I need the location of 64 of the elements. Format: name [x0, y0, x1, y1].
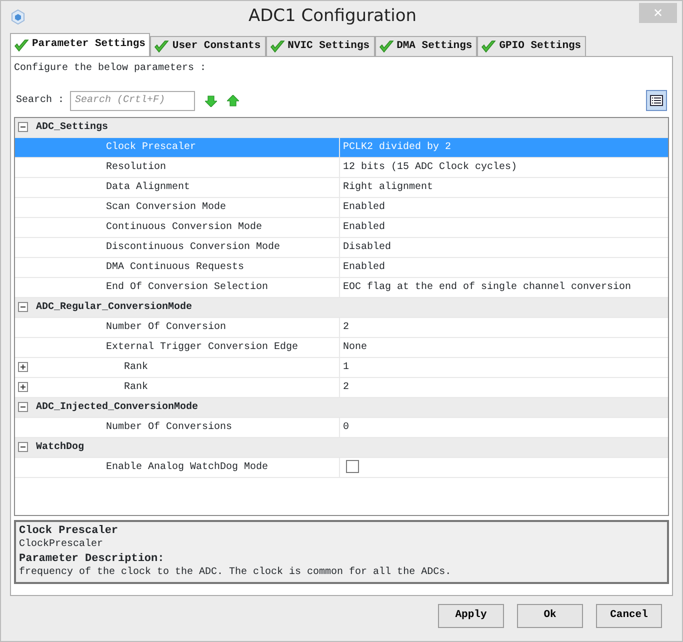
property-value: PCLK2 divided by 2 [343, 142, 452, 153]
expand-icon[interactable] [18, 382, 29, 393]
property-name: Number Of Conversion [106, 320, 226, 335]
property-value: 1 [343, 362, 350, 373]
property-name: Rank [124, 360, 148, 375]
up-arrow-icon[interactable] [227, 94, 240, 106]
description-heading: Parameter Description: [19, 552, 166, 566]
app-icon [10, 9, 26, 25]
group-label: WatchDog [36, 440, 84, 455]
group-label: ADC_Settings [36, 120, 108, 135]
collapse-icon[interactable] [18, 402, 29, 413]
property-name: External Trigger Conversion Edge [106, 340, 298, 355]
search-field[interactable]: Search (Crtl+F) [70, 90, 196, 110]
check-icon [154, 39, 170, 54]
property-value: Enabled [343, 202, 386, 213]
property-value: None [343, 342, 368, 353]
group-label: ADC_Regular_ConversionMode [36, 300, 192, 315]
check-icon [378, 39, 394, 54]
down-arrow-icon[interactable] [205, 94, 218, 106]
property-name: Number Of Conversions [106, 420, 232, 435]
property-name: Continuous Conversion Mode [106, 220, 262, 235]
property-value: Disabled [343, 242, 392, 253]
check-icon [270, 39, 285, 54]
property-value: EOC flag at the end of single channel conversion [343, 282, 632, 293]
property-value: 2 [343, 382, 350, 393]
group-label: ADC_Injected_ConversionMode [36, 400, 198, 415]
property-value: Enabled [343, 262, 386, 273]
tab[interactable]: Parameter Settings [10, 33, 150, 56]
window-title: ADC1 Configuration [247, 5, 418, 28]
property-name: Resolution [106, 160, 166, 175]
property-name: DMA Continuous Requests [106, 260, 244, 275]
collapse-icon[interactable] [18, 122, 29, 133]
tab[interactable]: NVIC Settings [266, 36, 375, 56]
tab[interactable]: GPIO Settings [477, 36, 586, 56]
property-name: Enable Analog WatchDog Mode [106, 460, 268, 475]
property-name: Data Alignment [106, 180, 190, 195]
search-label: Search : [16, 94, 64, 108]
collapse-icon[interactable] [18, 442, 29, 453]
property-value: Enabled [343, 222, 386, 233]
property-value: 0 [343, 422, 350, 433]
dialog-button[interactable]: Ok [517, 604, 583, 628]
property-name: Scan Conversion Mode [106, 200, 226, 215]
expand-icon[interactable] [18, 362, 29, 373]
list-icon [650, 95, 663, 106]
property-value: 12 bits (15 ADC Clock cycles) [343, 162, 518, 173]
property-value: Right alignment [343, 182, 434, 193]
property-name: Clock Prescaler [106, 140, 196, 155]
list-view-button[interactable] [646, 90, 667, 111]
property-name: End Of Conversion Selection [106, 280, 268, 295]
check-icon [14, 38, 29, 52]
check-icon [481, 39, 496, 54]
property-name: Discontinuous Conversion Mode [106, 240, 280, 255]
parameter-name: ClockPrescaler [19, 538, 104, 552]
property-name: Rank [124, 380, 148, 395]
dialog-button[interactable]: Cancel [596, 604, 662, 628]
checkbox[interactable] [346, 460, 359, 473]
collapse-icon[interactable] [18, 302, 29, 313]
description-title: Clock Prescaler [19, 524, 120, 538]
intro-text: Configure the below parameters : [14, 62, 208, 76]
tab[interactable]: DMA Settings [374, 36, 478, 56]
description-text: frequency of the clock to the ADC. The clock is common for all the ADCs. [19, 566, 452, 580]
tab[interactable]: User Constants [150, 36, 266, 56]
dialog-button[interactable]: Apply [438, 604, 504, 628]
property-value: 2 [343, 322, 350, 333]
